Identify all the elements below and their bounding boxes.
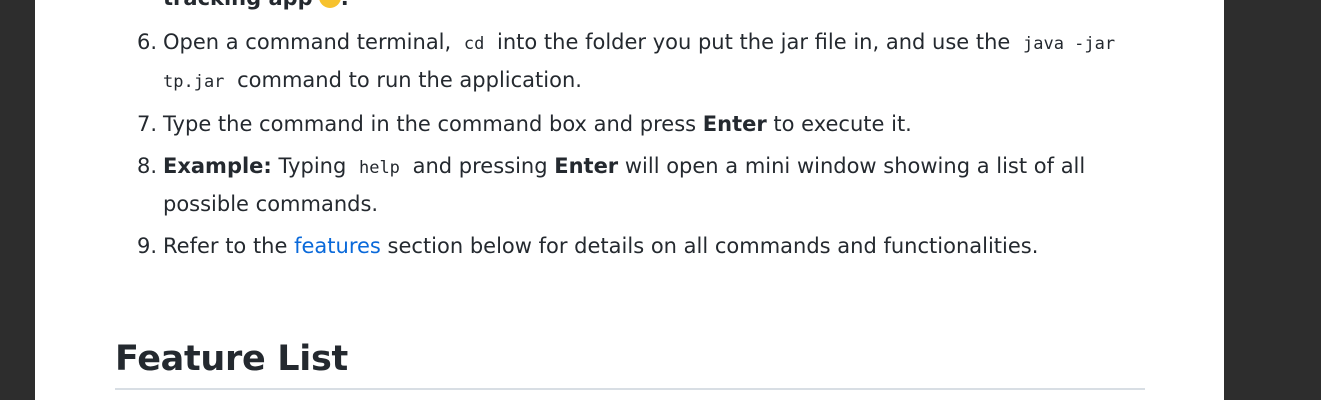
right-dark-margin [1224, 0, 1321, 400]
step-text: to execute it. [766, 112, 912, 136]
features-link[interactable]: features [294, 234, 381, 258]
smiling-face-icon [318, 0, 341, 8]
left-dark-margin [0, 0, 35, 400]
inline-code-java-jar: java -jar [1023, 34, 1116, 54]
step-number: 9. [137, 234, 158, 258]
previous-step-tail: tracking app. [163, 0, 349, 12]
inline-code-help: help [358, 158, 400, 178]
list-item-step-6: 6. Open a command terminal, cd into the … [137, 24, 1153, 100]
step-text: Type the command in the command box and … [163, 112, 703, 136]
step-text: and pressing [405, 154, 555, 178]
heading-divider [115, 388, 1145, 390]
bold-enter: Enter [702, 112, 767, 136]
step-text: Open a command terminal, [163, 30, 458, 54]
bold-example: Example: [163, 154, 272, 178]
bold-enter: Enter [554, 154, 619, 178]
list-item-step-9: 9. Refer to the features section below f… [137, 228, 1153, 264]
feature-list-heading: Feature List [115, 339, 348, 379]
previous-step-period: . [341, 0, 349, 10]
document-content: tracking app. 6. Open a command terminal… [35, 0, 1224, 400]
list-item-step-8: 8. Example: Typing help and pressing Ent… [137, 148, 1153, 222]
step-number: 6. [137, 30, 158, 54]
step-text: section below for details on all command… [380, 234, 1039, 258]
list-item-step-7: 7. Type the command in the command box a… [137, 106, 1153, 142]
previous-step-text: tracking app [163, 0, 313, 10]
inline-code-tp-jar: tp.jar [163, 72, 225, 92]
step-text: Refer to the [163, 234, 295, 258]
instruction-list: 6. Open a command terminal, cd into the … [137, 24, 1153, 270]
inline-code-cd: cd [463, 34, 485, 54]
step-text: command to run the application. [230, 68, 582, 92]
step-number: 7. [137, 112, 158, 136]
step-text: Typing [271, 154, 353, 178]
step-number: 8. [137, 154, 158, 178]
step-text: into the folder you put the jar file in,… [490, 30, 1017, 54]
